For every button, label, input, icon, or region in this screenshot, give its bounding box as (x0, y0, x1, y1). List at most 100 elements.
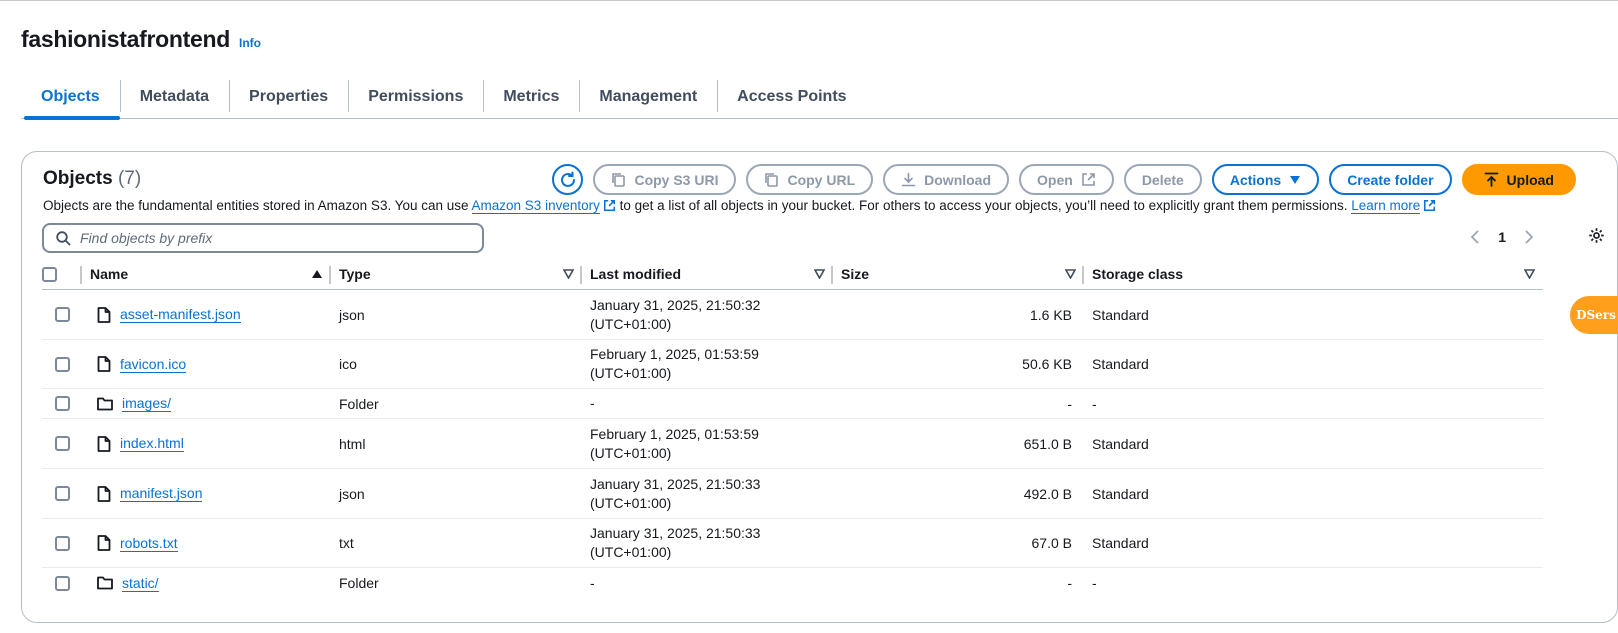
table-row: manifest.json json January 31, 2025, 21:… (42, 469, 1543, 519)
column-header-storage-class-label: Storage class (1092, 266, 1184, 282)
row-select-cell (42, 419, 82, 468)
column-header-last-modified[interactable]: Last modified (582, 259, 833, 289)
description-text-2: to get a list of all objects in your buc… (615, 198, 1352, 213)
storage-class-cell: - (1092, 395, 1097, 412)
modified-timezone: (UTC+01:00) (590, 494, 672, 511)
copy-icon (612, 173, 626, 187)
column-header-name[interactable]: Name (82, 259, 331, 289)
dsers-extension-button[interactable]: DSers (1570, 296, 1618, 334)
create-folder-button[interactable]: Create folder (1329, 164, 1452, 195)
actions-dropdown-button[interactable]: Actions (1211, 164, 1320, 195)
object-name-link[interactable]: favicon.ico (120, 356, 187, 373)
row-checkbox[interactable] (54, 486, 70, 501)
actions-label: Actions (1229, 171, 1282, 188)
download-button[interactable]: Download (883, 164, 1010, 195)
delete-button[interactable]: Delete (1123, 164, 1202, 195)
name-cell: manifest.json (82, 469, 331, 518)
row-select-cell (42, 340, 82, 388)
current-page[interactable]: 1 (1498, 229, 1506, 245)
object-name-link[interactable]: images/ (122, 395, 172, 412)
external-link-icon (603, 199, 615, 212)
storage-class-cell: Standard (1092, 485, 1149, 502)
tab-objects[interactable]: Objects (21, 76, 120, 120)
page-header: fashionistafrontend Info (21, 26, 261, 53)
modified-date: - (590, 395, 595, 411)
row-select-cell (42, 469, 82, 518)
type-cell: Folder (339, 395, 379, 412)
file-icon (97, 356, 111, 372)
gear-icon (1589, 228, 1604, 243)
row-checkbox[interactable] (54, 575, 70, 591)
last-modified-cell: January 31, 2025, 21:50:33 (UTC+01:00) (582, 519, 833, 567)
name-cell: index.html (82, 419, 331, 468)
row-checkbox[interactable] (54, 436, 70, 451)
row-checkbox[interactable] (54, 307, 70, 322)
last-modified-cell: February 1, 2025, 01:53:59 (UTC+01:00) (582, 340, 833, 388)
learn-more-link[interactable]: Learn more (1351, 198, 1421, 214)
folder-icon (97, 397, 113, 410)
column-header-last-modified-label: Last modified (590, 266, 682, 282)
tab-properties[interactable]: Properties (229, 76, 348, 118)
last-modified-cell: January 31, 2025, 21:50:33 (UTC+01:00) (582, 469, 833, 518)
create-folder-label: Create folder (1347, 171, 1434, 188)
table-row: static/ Folder - - - (42, 568, 1543, 598)
previous-page-button[interactable] (1470, 230, 1480, 244)
table-row: favicon.ico ico February 1, 2025, 01:53:… (42, 340, 1543, 389)
column-header-storage-class[interactable]: Storage class (1084, 259, 1543, 289)
chevron-right-icon (1525, 230, 1534, 244)
size-cell: 67.0 B (1031, 535, 1072, 551)
size-cell: 651.0 B (1023, 435, 1072, 452)
tab-permissions[interactable]: Permissions (348, 76, 483, 118)
s3-inventory-link[interactable]: Amazon S3 inventory (471, 198, 600, 214)
modified-timezone: (UTC+01:00) (590, 315, 672, 332)
sort-icon (1524, 269, 1535, 279)
search-icon (56, 230, 71, 245)
object-name-link[interactable]: index.html (120, 435, 184, 452)
column-header-size[interactable]: Size (833, 259, 1084, 289)
object-name-link[interactable]: asset-manifest.json (120, 306, 241, 323)
search-input[interactable] (80, 230, 460, 246)
refresh-button[interactable] (552, 164, 584, 195)
select-all-checkbox[interactable] (42, 266, 57, 282)
tab-metrics[interactable]: Metrics (483, 76, 579, 118)
caret-down-icon (1290, 175, 1301, 184)
storage-class-cell: - (1092, 575, 1097, 591)
upload-icon (1484, 172, 1498, 187)
object-name-link[interactable]: manifest.json (120, 485, 203, 502)
object-name-link[interactable]: static/ (122, 575, 159, 592)
table-row: asset-manifest.json json January 31, 202… (42, 290, 1543, 340)
name-cell: static/ (82, 568, 331, 598)
upload-button[interactable]: Upload (1461, 164, 1576, 195)
table-settings-button[interactable] (1588, 227, 1605, 244)
select-all-cell (42, 259, 82, 289)
open-button[interactable]: Open (1019, 164, 1114, 195)
storage-class-cell: Standard (1092, 435, 1149, 452)
storage-class-cell: Standard (1092, 535, 1149, 551)
upload-label: Upload (1506, 171, 1554, 188)
size-cell: 492.0 B (1023, 485, 1072, 502)
column-header-type[interactable]: Type (331, 259, 582, 289)
chevron-left-icon (1470, 230, 1479, 244)
info-link[interactable]: Info (239, 36, 261, 50)
refresh-icon (560, 171, 575, 187)
modified-date: February 1, 2025, 01:53:59 (590, 425, 759, 442)
row-checkbox[interactable] (54, 535, 70, 551)
tab-management[interactable]: Management (579, 76, 717, 118)
copy-url-button[interactable]: Copy URL (746, 164, 874, 195)
modified-timezone: (UTC+01:00) (590, 365, 672, 381)
tab-metadata[interactable]: Metadata (119, 76, 229, 118)
row-select-cell (42, 568, 82, 598)
table-row: images/ Folder - - - (42, 389, 1543, 419)
next-page-button[interactable] (1524, 230, 1534, 244)
object-name-link[interactable]: robots.txt (120, 535, 178, 552)
row-checkbox[interactable] (54, 396, 70, 411)
tab-access-points[interactable]: Access Points (717, 76, 866, 118)
copy-s3-uri-button[interactable]: Copy S3 URI (593, 164, 737, 195)
external-link-icon (1424, 199, 1436, 212)
column-header-size-label: Size (841, 266, 870, 282)
row-checkbox[interactable] (54, 356, 70, 372)
download-label: Download (924, 171, 992, 188)
modified-timezone: (UTC+01:00) (590, 544, 672, 560)
table-row: robots.txt txt January 31, 2025, 21:50:3… (42, 519, 1543, 568)
folder-icon (97, 576, 113, 590)
